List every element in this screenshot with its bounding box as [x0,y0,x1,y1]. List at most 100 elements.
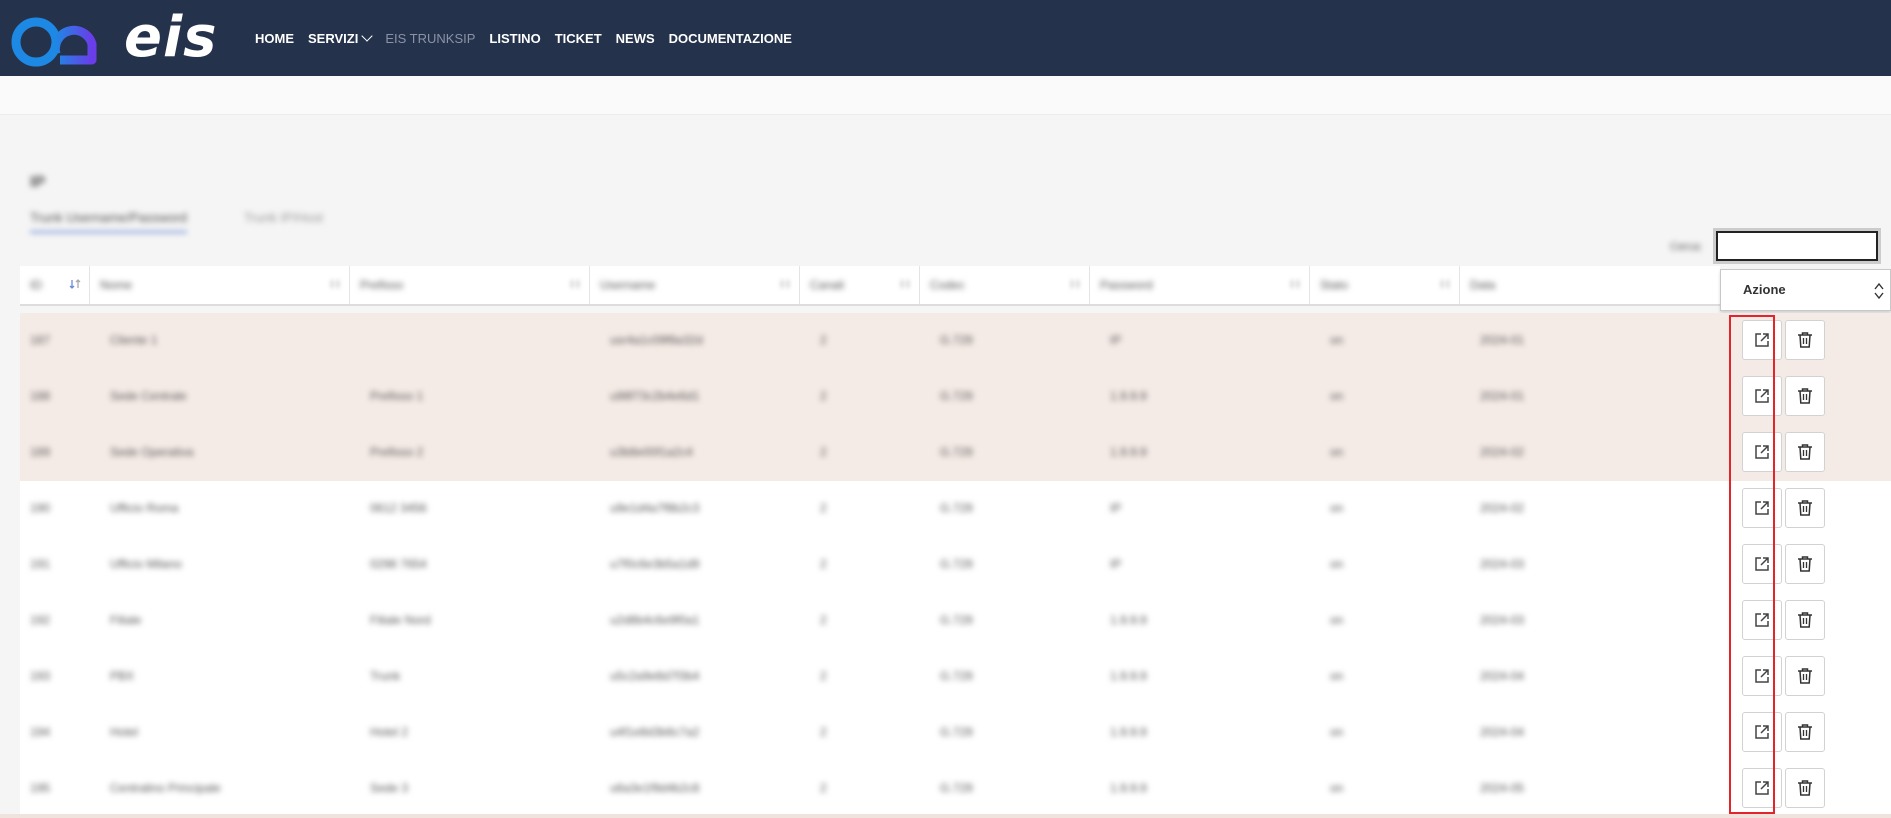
cell-data: 2024-05 [1480,781,1525,795]
open-button[interactable] [1742,712,1782,752]
tab-trunk-username-password[interactable]: Trunk Username/Password [30,210,188,233]
column-header-label: ID [30,278,42,292]
column-header-azione-label: Azione [1743,282,1786,297]
column-header-data[interactable]: Data [1460,266,1720,304]
delete-button[interactable] [1785,768,1825,808]
cell-canali: 2 [820,781,827,795]
table-bottom-edge [0,814,1891,818]
main-nav: HOME SERVIZI EIS TRUNKSIP LISTINO TICKET… [255,0,792,76]
nav-listino-label: LISTINO [489,30,541,46]
delete-button[interactable] [1785,320,1825,360]
cell-id: 187 [30,333,51,347]
delete-button[interactable] [1785,544,1825,584]
sort-icon [901,280,909,288]
cell-nome: Centralino Principale [110,781,221,795]
row-actions [1732,768,1891,810]
open-button[interactable] [1742,600,1782,640]
cell-id: 191 [30,557,51,571]
subheader-band [0,76,1891,115]
cell-username: u9e1d4a7f8b2c3 [610,501,700,515]
open-button[interactable] [1742,768,1782,808]
cell-stato: on [1330,669,1344,683]
cell-nome: Sede Operativa [110,445,194,459]
open-button[interactable] [1742,376,1782,416]
cell-password: IP [1110,557,1122,571]
nav-home[interactable]: HOME [255,31,294,46]
open-button[interactable] [1742,320,1782,360]
nav-listino[interactable]: LISTINO [489,31,540,46]
cell-canali: 2 [820,389,827,403]
column-header-password[interactable]: Password [1090,266,1310,304]
cell-canali: 2 [820,333,827,347]
tab-trunk-ip-host[interactable]: Trunk IP/Host [244,210,323,231]
column-header-username[interactable]: Username [590,266,800,304]
cell-password: 1.9.9.9 [1110,781,1147,795]
cell-password: 1.9.9.9 [1110,613,1147,627]
open-button[interactable] [1742,432,1782,472]
column-header-codec[interactable]: Codec [920,266,1090,304]
cell-stato: on [1330,389,1344,403]
cell-canali: 2 [820,613,827,627]
eis-logo[interactable]: eis [8,4,223,72]
table-row: 192 Filiale Filiale Nord u2d8b4c6e9f0a1 … [20,593,1891,649]
nav-home-label: HOME [255,30,294,46]
nav-servizi[interactable]: SERVIZI [308,30,374,46]
cell-username: u4f1e8d3b6c7a2 [610,725,700,739]
open-button[interactable] [1742,544,1782,584]
search-label: Cerca: [1670,241,1703,253]
cell-prefisso: Prefisso 1 [370,389,424,403]
nav-ticket[interactable]: TICKET [555,31,602,46]
nav-documentazione-label: DOCUMENTAZIONE [668,30,792,46]
row-actions [1732,712,1891,754]
table-row: 190 Ufficio Roma 0612 3456 u9e1d4a7f8b2c… [20,481,1891,537]
column-header-azione[interactable]: Azione [1720,269,1891,311]
external-link-icon [1755,389,1769,403]
cell-codec: G.729 [940,613,973,627]
nav-servizi-label: SERVIZI [308,30,359,46]
cell-id: 192 [30,613,51,627]
sort-icon [69,279,81,289]
cell-stato: on [1330,445,1344,459]
cell-username: usr4a1c09f8a32d [610,333,703,347]
delete-button[interactable] [1785,488,1825,528]
external-link-icon [1755,781,1769,795]
column-header-prefisso[interactable]: Prefisso [350,266,590,304]
cell-password: IP [1110,333,1122,347]
trash-icon [1798,612,1812,628]
column-header-canali[interactable]: Canali [800,266,920,304]
nav-news-label: NEWS [615,30,655,46]
nav-eis-trunksip[interactable]: EIS TRUNKSIP [385,31,475,46]
cell-data: 2024-04 [1480,669,1525,683]
page-title: IP [30,174,46,191]
delete-button[interactable] [1785,432,1825,472]
cell-prefisso: Filiale Nord [370,613,431,627]
cell-prefisso: Sede 3 [370,781,409,795]
nav-documentazione[interactable]: DOCUMENTAZIONE [669,31,792,46]
delete-button[interactable] [1785,712,1825,752]
row-actions [1732,376,1891,418]
cell-nome: PBX [110,669,135,683]
open-button[interactable] [1742,656,1782,696]
cell-prefisso: Trunk [370,669,401,683]
table-header: ID Nome Prefisso Username Canali Codec P… [20,266,1720,306]
cell-prefisso: Hotel 2 [370,725,409,739]
row-actions [1732,544,1891,586]
cell-nome: Ufficio Milano [110,557,182,571]
column-header-id[interactable]: ID [20,266,90,304]
cell-codec: G.729 [940,557,973,571]
delete-button[interactable] [1785,376,1825,416]
sort-icon [571,280,579,288]
column-header-stato[interactable]: Stato [1310,266,1460,304]
search-input[interactable] [1716,231,1878,261]
cell-prefisso: 0612 3456 [370,501,427,515]
open-button[interactable] [1742,488,1782,528]
column-header-nome[interactable]: Nome [90,266,350,304]
row-actions [1732,320,1891,362]
delete-button[interactable] [1785,600,1825,640]
table-row: 191 Ufficio Milano 0298 7654 u7f0c6e3b5a… [20,537,1891,593]
nav-news[interactable]: NEWS [616,31,655,46]
delete-button[interactable] [1785,656,1825,696]
external-link-icon [1755,613,1769,627]
cell-data: 2024-02 [1480,445,1525,459]
external-link-icon [1755,501,1769,515]
